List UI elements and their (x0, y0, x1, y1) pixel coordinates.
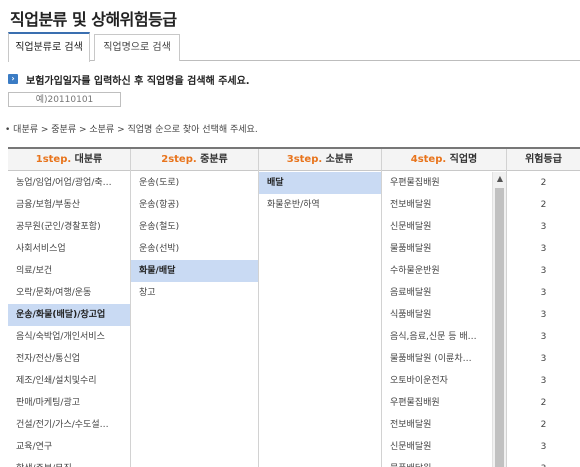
risk-grade-value: 2 (540, 420, 547, 430)
major-category-item[interactable]: 제조/인쇄/설치및수리 (8, 370, 130, 392)
major-category-item[interactable]: 음식/숙박업/개인서비스 (8, 326, 130, 348)
risk-grade-value: 3 (540, 310, 547, 320)
risk-grade-list: 2 2 3 3 3 3 3 3 3 3 2 2 3 3 (507, 172, 580, 467)
header-risk-grade: 위험등급 (525, 154, 562, 165)
risk-grade-value: 3 (540, 442, 547, 452)
middle-category-item[interactable]: 운송(철도) (131, 216, 258, 238)
middle-category-item[interactable]: 화물/배달 (131, 260, 258, 282)
major-category-item[interactable]: 사회서비스업 (8, 238, 130, 260)
job-name-item[interactable]: 신문배달원 (382, 216, 492, 238)
job-name-item[interactable]: 전보배달원 (382, 414, 492, 436)
tab-search-by-category[interactable]: 직업분류로 검색 (8, 32, 90, 62)
risk-grade-value: 3 (540, 354, 547, 364)
middle-category-item[interactable]: 창고 (131, 282, 258, 304)
tab-search-by-job-name[interactable]: 직업명으로 검색 (94, 34, 180, 61)
major-category-item[interactable]: 금융/보험/부동산 (8, 194, 130, 216)
job-name-item[interactable]: 오토바이운전자 (382, 370, 492, 392)
major-category-list: 농업/임업/어업/광업/축… 금융/보험/부동산 공무원(군인/경찰포함) 사회서비스… (8, 172, 130, 467)
major-category-item[interactable]: 판매/마케팅/광고 (8, 392, 130, 414)
risk-grade-value: 3 (540, 288, 547, 298)
major-category-item[interactable]: 전자/전산/통신업 (8, 348, 130, 370)
scroll-thumb[interactable] (495, 188, 504, 467)
insurance-date-input[interactable] (8, 92, 121, 107)
major-category-item[interactable]: 건설/전기/가스/수도설… (8, 414, 130, 436)
major-category-item[interactable]: 농업/임업/어업/광업/축… (8, 172, 130, 194)
job-name-list: 우편물집배원 전보배달원 신문배달원 물품배달원 수하물운반원 음료배달원 식품배달원 음식,… (382, 172, 492, 467)
minor-category-item[interactable]: 배달 (259, 172, 381, 194)
risk-grade-value: 3 (540, 266, 547, 276)
job-name-item[interactable]: 우편물집배원 (382, 172, 492, 194)
table-header: 1step. 대분류 2step. 중분류 3step. 소분류 4step. … (8, 149, 580, 171)
major-category-item[interactable]: 교육/연구 (8, 436, 130, 458)
header-job-name: 4step. 직업명 (410, 154, 478, 165)
job-name-item[interactable]: 우편물집배원 (382, 392, 492, 414)
job-name-item[interactable]: 음료배달원 (382, 282, 492, 304)
risk-grade-value: 3 (507, 458, 580, 467)
risk-grade-value: 3 (540, 222, 547, 232)
risk-grade-value: 3 (540, 376, 547, 386)
arrow-right-icon: › (8, 74, 18, 84)
job-name-item[interactable]: 수하물운반원 (382, 260, 492, 282)
header-minor: 3step. 소분류 (286, 154, 354, 165)
header-major: 1step. 대분류 (35, 154, 103, 165)
minor-category-list: 배달 화물운반/하역 (259, 172, 381, 216)
major-category-item[interactable]: 공무원(군인/경찰포함) (8, 216, 130, 238)
job-name-item[interactable]: 식품배달원 (382, 304, 492, 326)
risk-grade-value: 2 (540, 398, 547, 408)
risk-grade-value: 3 (540, 332, 547, 342)
job-name-item[interactable]: 음식,음료,신문 등 배… (382, 326, 492, 348)
guide-text: • 대분류 > 중분류 > 소분류 > 직업명 순으로 찾아 선택해 주세요. (5, 125, 258, 135)
header-middle: 2step. 중분류 (161, 154, 228, 165)
minor-category-item[interactable]: 화물운반/하역 (259, 194, 381, 216)
job-name-item[interactable]: 물품배달원 (이륜차… (382, 348, 492, 370)
risk-grade-value: 2 (540, 200, 547, 210)
middle-category-list: 운송(도로) 운송(항공) 운송(철도) 운송(선박) 화물/배달 창고 (131, 172, 258, 304)
risk-grade-value: 3 (540, 244, 547, 254)
major-category-item[interactable]: 운송/화물(배달)/창고업 (8, 304, 130, 326)
risk-grade-value: 2 (540, 178, 547, 188)
job-list-scrollbar[interactable]: ▲ (492, 172, 506, 467)
job-name-item[interactable]: 물품배달원 (382, 458, 492, 467)
job-classification-table: 1step. 대분류 2step. 중분류 3step. 소분류 4step. … (8, 147, 580, 467)
major-category-item[interactable]: 학생/주부/무직 (8, 458, 130, 467)
page-title: 직업분류 및 상해위험등급 (10, 10, 177, 29)
major-category-item[interactable]: 의료/보건 (8, 260, 130, 282)
major-category-item[interactable]: 오락/문화/여행/운동 (8, 282, 130, 304)
tab-bar: 직업분류로 검색 직업명으로 검색 (8, 32, 580, 62)
job-name-item[interactable]: 신문배달원 (382, 436, 492, 458)
middle-category-item[interactable]: 운송(도로) (131, 172, 258, 194)
middle-category-item[interactable]: 운송(항공) (131, 194, 258, 216)
job-name-item[interactable]: 전보배달원 (382, 194, 492, 216)
middle-category-item[interactable]: 운송(선박) (131, 238, 258, 260)
scroll-up-icon[interactable]: ▲ (493, 172, 507, 186)
notice: › 보험가입일자를 입력하신 후 직업명을 검색해 주세요. (8, 72, 250, 87)
job-name-item[interactable]: 물품배달원 (382, 238, 492, 260)
notice-text: 보험가입일자를 입력하신 후 직업명을 검색해 주세요. (26, 75, 250, 87)
